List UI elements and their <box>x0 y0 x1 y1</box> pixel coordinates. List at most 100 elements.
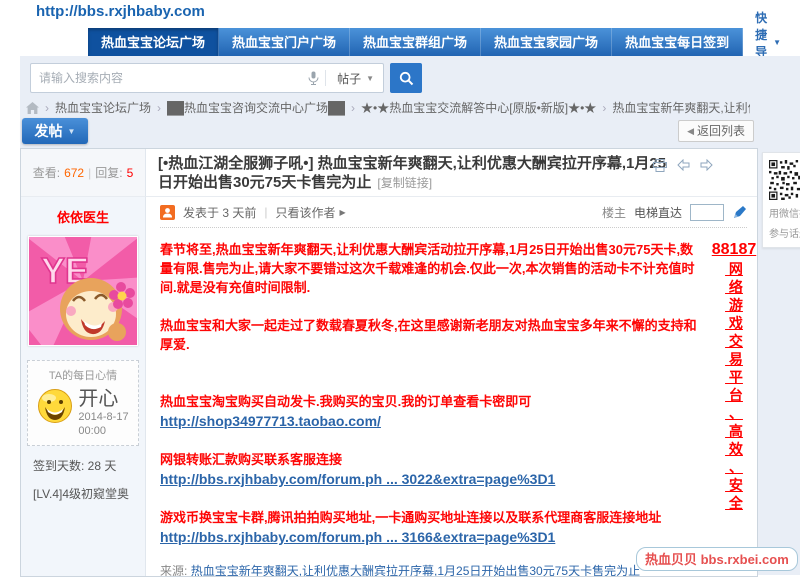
breadcrumb-link[interactable]: ██热血宝宝咨询交流中心广场██ <box>167 99 345 116</box>
post-paragraph: 网银转账汇款购买联系客服连接 <box>160 450 705 469</box>
author-panel: 依依医生 YE <box>21 197 146 576</box>
side-ad-char-link[interactable]: 、 <box>711 404 757 422</box>
thread-tools <box>653 159 713 172</box>
side-ad-char-link[interactable]: 络 <box>711 278 757 296</box>
chevron-down-icon: ▼ <box>773 38 781 47</box>
spacer <box>160 354 705 373</box>
author-badge-icon <box>160 205 175 220</box>
post-content: 春节将至,热血宝宝新年爽翻天,让利优惠大酬宾活动拉开序幕,1月25日开始出售30… <box>160 240 711 547</box>
mood-time: 00:00 <box>78 424 128 438</box>
nav-item[interactable]: 热血宝宝每日签到 <box>612 28 743 57</box>
breadcrumb-link[interactable]: ★•★热血宝宝交流解答中心[原版•新版]★•★ <box>361 99 596 116</box>
post-main: 发表于 3 天前 | 只看该作者 ▶ 楼主 电梯直达 春节将至,热血宝宝新年爽翻… <box>146 197 757 576</box>
post-paragraph: 热血宝宝和大家一起走过了数载春夏秋冬,在这里感谢新老朋友对热血宝宝多年来不懈的支… <box>160 316 705 354</box>
search-box: 帖子 ▼ <box>30 63 384 93</box>
source-link[interactable]: 热血宝宝新年爽翻天,让利优惠大酬宾拉开序幕,1月25日开始出售30元75天卡售完… <box>191 564 640 576</box>
only-author-label: 只看该作者 <box>275 204 335 221</box>
only-author-button[interactable]: 只看该作者 ▶ <box>275 204 345 221</box>
signin-days: 签到天数: 28 天 <box>21 457 145 474</box>
copy-link-button[interactable]: [复制链接] <box>377 176 432 190</box>
new-post-button[interactable]: 发帖 ▼ <box>22 118 88 144</box>
spacer <box>160 373 705 392</box>
side-ad-char-link[interactable]: 易 <box>711 350 757 368</box>
print-icon[interactable] <box>653 159 667 172</box>
mood-label: TA的每日心情 <box>32 367 134 383</box>
jump-pen-icon[interactable] <box>732 205 747 220</box>
back-to-list-label: 返回列表 <box>697 121 745 141</box>
spacer <box>160 431 705 450</box>
prev-thread-icon[interactable] <box>677 159 690 172</box>
side-ad-char-link[interactable]: 游 <box>711 296 757 314</box>
chevron-down-icon: ▼ <box>366 74 374 83</box>
nav-item[interactable]: 热血宝宝家园广场 <box>481 28 612 57</box>
search-input[interactable] <box>31 71 304 85</box>
back-arrow-icon: ◀ <box>687 121 694 141</box>
nav-item[interactable]: 热血宝宝论坛广场 <box>88 28 219 57</box>
post-meta-row: 发表于 3 天前 | 只看该作者 ▶ 楼主 电梯直达 <box>160 197 747 228</box>
replies-label: 回复: <box>95 164 122 181</box>
thread-stats: 查看: 672 | 回复: 5 <box>21 149 146 197</box>
watermark-stamp: 热血贝贝 bbs.rxbei.com <box>636 547 798 571</box>
back-to-list-button[interactable]: ◀ 返回列表 <box>678 120 754 142</box>
side-ad-char-link[interactable]: 戏 <box>711 314 757 332</box>
author-username[interactable]: 依依医生 <box>21 207 145 226</box>
nav-item[interactable]: 热血宝宝门户广场 <box>219 28 350 57</box>
side-ad-column: 88187 网 络 游 戏 交 易 平 台 、 高 效 、 安 全 <box>711 240 757 547</box>
side-ad-number-link[interactable]: 88187 <box>711 240 757 260</box>
divider: | <box>88 166 91 180</box>
play-icon: ▶ <box>339 208 345 217</box>
breadcrumb-link: 热血宝宝新年爽翻天,让利优惠大酬宾拉开序幕,1月25日开 ... <box>612 99 750 116</box>
search-type-label: 帖子 <box>337 70 361 87</box>
divider: | <box>264 205 267 219</box>
post-paragraph: 春节将至,热血宝宝新年爽翻天,让利优惠大酬宾活动拉开序幕,1月25日开始出售30… <box>160 240 705 297</box>
side-ad-char-link[interactable]: 高 <box>711 422 757 440</box>
chevron-down-icon: ▼ <box>68 127 76 136</box>
side-ad-char-link[interactable]: 安 <box>711 476 757 494</box>
spacer <box>160 297 705 316</box>
side-ad-char-link[interactable]: 、 <box>711 458 757 476</box>
search-type-dropdown[interactable]: 帖子 ▼ <box>328 70 383 87</box>
breadcrumb-link[interactable]: 热血宝宝论坛广场 <box>55 99 151 116</box>
breadcrumb: › 热血宝宝论坛广场 › ██热血宝宝咨询交流中心广场██ › ★•★热血宝宝交流解答中心… <box>26 99 750 116</box>
floor-label: 楼主 <box>602 204 626 221</box>
post-paragraph: 热血宝宝淘宝购买自动发卡.我购买的宝贝.我的订单查看卡密即可 <box>160 392 705 411</box>
side-ad-char-link[interactable]: 交 <box>711 332 757 350</box>
thread-title: [•热血江湖全服狮子吼•] 热血宝宝新年爽翻天,让利优惠大酬宾拉开序幕,1月25… <box>158 155 666 191</box>
post-link[interactable]: http://bbs.rxjhbaby.com/forum.ph ... 302… <box>160 469 705 489</box>
side-ad-char-link[interactable]: 效 <box>711 440 757 458</box>
thread-card: 查看: 672 | 回复: 5 [•热血江湖全服狮子吼•] 热血宝宝新年爽翻天,… <box>20 148 758 577</box>
site-url-logo: http://bbs.rxjhbaby.com <box>36 3 205 20</box>
breadcrumb-separator: › <box>157 101 161 115</box>
qr-caption-line1: 用微信扫 <box>769 205 800 220</box>
elevator-floor-input[interactable] <box>690 204 724 221</box>
side-ad-char-link[interactable]: 台 <box>711 386 757 404</box>
views-label: 查看: <box>33 164 60 181</box>
post-link[interactable]: http://shop34977713.taobao.com/ <box>160 411 705 431</box>
side-ad-char-link[interactable]: 全 <box>711 494 757 512</box>
nav-item[interactable]: 热血宝宝群组广场 <box>350 28 481 57</box>
breadcrumb-separator: › <box>351 101 355 115</box>
daily-mood-box: TA的每日心情 开心 2014-8-17 00:00 <box>27 360 139 446</box>
source-label: 来源: <box>160 564 187 576</box>
post-link[interactable]: http://bbs.rxjhbaby.com/forum.ph ... 316… <box>160 527 705 547</box>
post-body: 春节将至,热血宝宝新年爽翻天,让利优惠大酬宾活动拉开序幕,1月25日开始出售30… <box>160 228 757 547</box>
avatar[interactable]: YE <box>28 236 138 346</box>
mood-value: 开心 <box>78 388 128 410</box>
nav-items: 热血宝宝论坛广场热血宝宝门户广场热血宝宝群组广场热血宝宝家园广场热血宝宝每日签到 <box>88 28 743 57</box>
post-paragraph: 游戏币换宝宝卡群,腾讯拍拍购买地址,一卡通购买地址连接以及联系代理商客服连接地址 <box>160 508 705 527</box>
smiley-icon <box>37 388 73 424</box>
divider <box>325 70 326 86</box>
main-navbar: 热血宝宝论坛广场热血宝宝门户广场热血宝宝群组广场热血宝宝家园广场热血宝宝每日签到… <box>88 28 756 57</box>
side-ad-chars: 网 络 游 戏 交 易 平 台 、 高 效 、 安 全 <box>711 260 757 512</box>
side-ad-char-link[interactable]: 网 <box>711 260 757 278</box>
search-button[interactable] <box>390 63 422 93</box>
microphone-icon[interactable] <box>304 71 323 85</box>
thread-title-block: [•热血江湖全服狮子吼•] 热血宝宝新年爽翻天,让利优惠大酬宾拉开序幕,1月25… <box>146 149 757 197</box>
qr-code <box>769 160 800 200</box>
replies-count: 5 <box>127 166 134 180</box>
qr-caption-line2: 参与话题 <box>769 225 800 240</box>
next-thread-icon[interactable] <box>700 159 713 172</box>
home-icon[interactable] <box>26 102 39 114</box>
side-ad-char-link[interactable]: 平 <box>711 368 757 386</box>
breadcrumb-separator: › <box>45 101 49 115</box>
